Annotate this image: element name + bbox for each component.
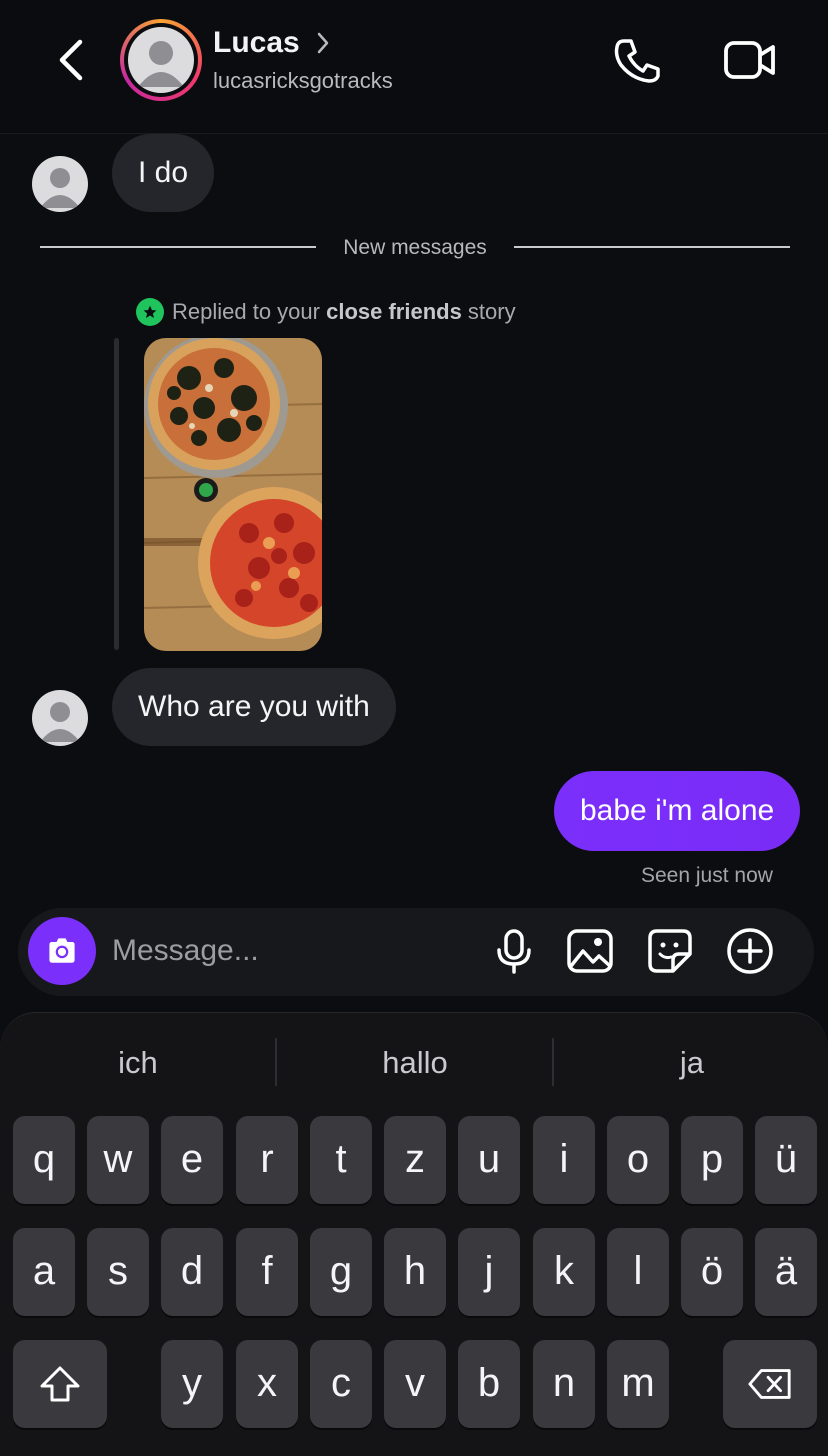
key-h[interactable]: h — [384, 1228, 446, 1316]
key-z[interactable]: z — [384, 1116, 446, 1204]
key-q[interactable]: q — [13, 1116, 75, 1204]
message-bubble-outgoing[interactable]: babe i'm alone — [554, 771, 801, 851]
divider-line-left — [40, 246, 316, 248]
key-g[interactable]: g — [310, 1228, 372, 1316]
key-u-umlaut[interactable]: ü — [755, 1116, 817, 1204]
shift-icon — [40, 1366, 80, 1402]
key-k[interactable]: k — [533, 1228, 595, 1316]
seen-status: Seen just now — [641, 864, 773, 887]
sender-avatar[interactable] — [32, 156, 88, 212]
key-o-umlaut[interactable]: ö — [681, 1228, 743, 1316]
key-a-umlaut[interactable]: ä — [755, 1228, 817, 1316]
story-thumbnail-pizza[interactable] — [144, 338, 322, 651]
contact-avatar[interactable] — [120, 19, 202, 101]
default-avatar-icon — [40, 168, 80, 208]
key-f[interactable]: f — [236, 1228, 298, 1316]
new-messages-divider: New messages — [343, 236, 487, 259]
suggestion-3[interactable]: ja — [554, 1040, 828, 1086]
key-x[interactable]: x — [236, 1340, 298, 1428]
backspace-icon — [748, 1369, 791, 1399]
key-p[interactable]: p — [681, 1116, 743, 1204]
pizza-photo — [144, 338, 322, 651]
divider-line-right — [514, 246, 790, 248]
backspace-key[interactable] — [723, 1340, 817, 1428]
microphone-icon[interactable] — [489, 926, 539, 976]
contact-name[interactable]: Lucas — [213, 26, 300, 60]
contact-username[interactable]: lucasricksgotracks — [213, 68, 393, 94]
key-y[interactable]: y — [161, 1340, 223, 1428]
message-input[interactable] — [112, 928, 472, 974]
key-c[interactable]: c — [310, 1340, 372, 1428]
key-m[interactable]: m — [607, 1340, 669, 1428]
key-e[interactable]: e — [161, 1116, 223, 1204]
key-l[interactable]: l — [607, 1228, 669, 1316]
shift-key[interactable] — [13, 1340, 107, 1428]
reply-label-text: Replied to your close friends story — [172, 299, 516, 324]
key-n[interactable]: n — [533, 1340, 595, 1428]
suggestion-2[interactable]: hallo — [277, 1040, 553, 1086]
key-j[interactable]: j — [458, 1228, 520, 1316]
camera-icon — [49, 938, 75, 963]
message-bubble-incoming[interactable]: Who are you with — [112, 668, 396, 746]
key-r[interactable]: r — [236, 1116, 298, 1204]
key-t[interactable]: t — [310, 1116, 372, 1204]
key-a[interactable]: a — [13, 1228, 75, 1316]
key-b[interactable]: b — [458, 1340, 520, 1428]
chat-header: Lucas lucasricksgotracks — [0, 0, 828, 134]
key-u[interactable]: u — [458, 1116, 520, 1204]
message-bubble-incoming[interactable]: I do — [112, 134, 215, 212]
video-camera-icon[interactable] — [722, 36, 778, 84]
key-i[interactable]: i — [533, 1116, 595, 1204]
plus-icon[interactable] — [725, 926, 775, 976]
back-chevron-icon[interactable] — [52, 36, 92, 84]
close-friends-star-icon — [136, 298, 164, 326]
key-v[interactable]: v — [384, 1340, 446, 1428]
sticker-icon[interactable] — [645, 926, 695, 976]
gallery-icon[interactable] — [565, 926, 615, 976]
key-s[interactable]: s — [87, 1228, 149, 1316]
default-avatar-icon — [40, 702, 80, 742]
phone-icon[interactable] — [610, 35, 664, 85]
default-avatar-icon — [138, 41, 184, 87]
key-d[interactable]: d — [161, 1228, 223, 1316]
chevron-right-icon[interactable] — [314, 30, 332, 56]
key-o[interactable]: o — [607, 1116, 669, 1204]
camera-button[interactable] — [28, 917, 96, 985]
story-reply-label: Replied to your close friends story — [136, 298, 516, 326]
key-w[interactable]: w — [87, 1116, 149, 1204]
suggestion-1[interactable]: ich — [0, 1040, 276, 1086]
sender-avatar[interactable] — [32, 690, 88, 746]
reply-quote-bar — [114, 338, 119, 650]
